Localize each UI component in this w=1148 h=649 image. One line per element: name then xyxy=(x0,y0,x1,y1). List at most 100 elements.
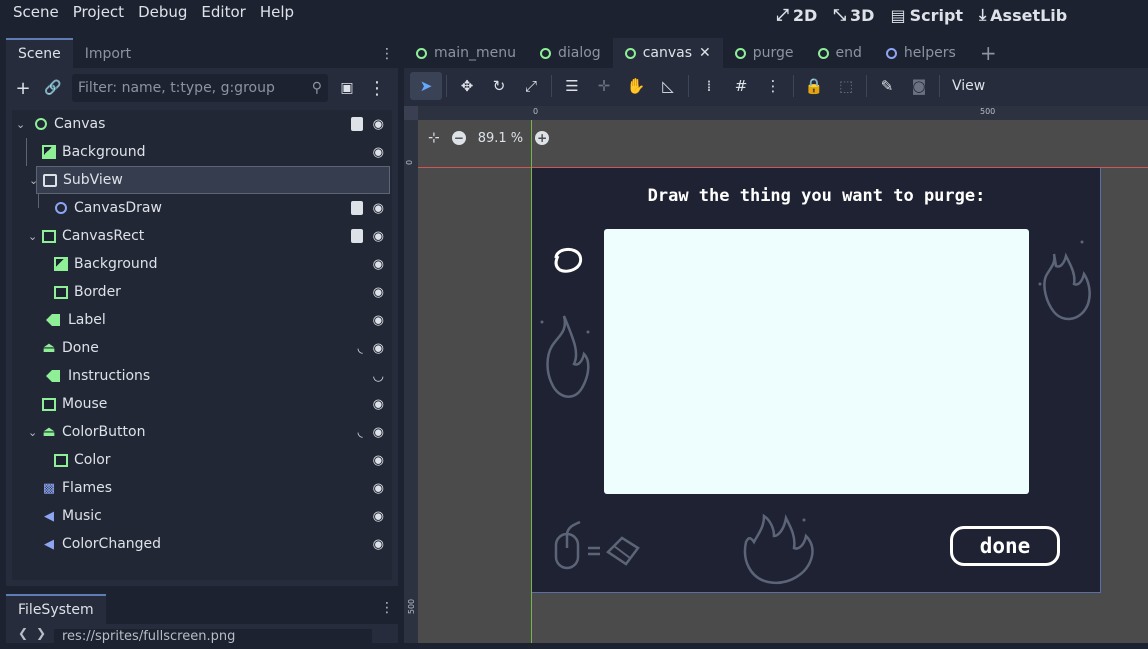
workspace-script-button[interactable]: ▤ Script xyxy=(890,5,963,25)
tree-item-instructions[interactable]: Instructions ◡ xyxy=(12,362,390,390)
tree-item-colorbutton[interactable]: ⌄ ⏏ ColorButton ◟ ◉ xyxy=(12,418,390,446)
canvas-viewport[interactable]: 0 500 0 500 ⊹ − 89.1 % + Draw the thing … xyxy=(404,106,1148,643)
pivot-tool-icon[interactable]: ✛ xyxy=(588,72,620,100)
workspace-2d-button[interactable]: ⤢ 2D xyxy=(776,5,817,25)
path-input[interactable]: res://sprites/fullscreen.png xyxy=(54,629,372,649)
scale-tool-icon[interactable]: ⤢ xyxy=(515,72,547,100)
scene-tab-helpers[interactable]: helpers xyxy=(874,38,968,68)
chevron-down-icon[interactable]: ⌄ xyxy=(16,118,25,131)
tree-item-mouse[interactable]: Mouse ◉ xyxy=(12,390,390,418)
menu-project[interactable]: Project xyxy=(66,3,131,21)
chevron-down-icon[interactable]: ⌄ xyxy=(28,230,37,243)
main-editor: main_menu dialog canvas ✕ purge end helpe… xyxy=(404,38,1148,643)
scene-tab-main-menu[interactable]: main_menu xyxy=(404,38,528,68)
zoom-out-icon[interactable]: − xyxy=(451,131,466,145)
eye-icon[interactable]: ◉ xyxy=(373,509,384,524)
group-icon[interactable]: ⬚ xyxy=(830,72,862,100)
more-options-icon[interactable]: ⋮ xyxy=(366,77,388,99)
close-icon[interactable]: ✕ xyxy=(699,45,711,61)
workspace-3d-button[interactable]: ⤡ 3D xyxy=(833,5,874,25)
tree-item-border[interactable]: Border ◉ xyxy=(12,278,390,306)
tree-item-colorchanged[interactable]: ◀ ColorChanged ◉ xyxy=(12,530,390,558)
tree-item-flames[interactable]: ▩ Flames ◉ xyxy=(12,474,390,502)
signal-icon[interactable]: ◟ xyxy=(358,425,363,440)
dock-menu-icon[interactable]: ⋮ xyxy=(380,600,394,616)
tree-item-music[interactable]: ◀ Music ◉ xyxy=(12,502,390,530)
eye-icon[interactable]: ◉ xyxy=(373,397,384,412)
ruler-tool-icon[interactable]: ◺ xyxy=(652,72,684,100)
node-icon xyxy=(416,47,427,59)
lock-icon[interactable]: 🔒 xyxy=(798,72,830,100)
tab-import[interactable]: Import xyxy=(73,40,143,68)
script-icon[interactable] xyxy=(350,201,363,215)
tab-scene[interactable]: Scene xyxy=(6,38,73,68)
link-icon[interactable]: 🔗 xyxy=(42,77,64,99)
eye-icon[interactable]: ◉ xyxy=(373,481,384,496)
menu-scene[interactable]: Scene xyxy=(6,3,66,21)
eye-closed-icon[interactable]: ◡ xyxy=(373,369,384,384)
rotate-tool-icon[interactable]: ↻ xyxy=(483,72,515,100)
ruler-tick-label: 500 xyxy=(980,107,996,116)
tree-item-background-2[interactable]: Background ◉ xyxy=(12,250,390,278)
eye-icon[interactable]: ◉ xyxy=(373,229,384,244)
zoom-level[interactable]: 89.1 % xyxy=(478,131,523,146)
tree-item-label-node[interactable]: Label ◉ xyxy=(12,306,390,334)
filter-input[interactable]: Filter: name, t:type, g:group ⚲ xyxy=(72,74,328,102)
add-tab-icon[interactable]: + xyxy=(968,38,1009,68)
eye-icon[interactable]: ◉ xyxy=(373,537,384,552)
menu-debug[interactable]: Debug xyxy=(131,3,194,21)
view-menu-button[interactable]: View xyxy=(944,78,993,94)
tree-item-canvas[interactable]: ⌄ Canvas ◉ xyxy=(12,110,390,138)
script-icon[interactable] xyxy=(350,229,363,243)
center-view-icon[interactable]: ⊹ xyxy=(428,130,440,146)
ruler-tick-label: 0 xyxy=(405,159,415,166)
zoom-in-icon[interactable]: + xyxy=(535,131,550,145)
tree-item-canvasrect[interactable]: ⌄ CanvasRect ◉ xyxy=(12,222,390,250)
smart-snap-icon[interactable]: ⁞ xyxy=(693,72,725,100)
eye-icon[interactable]: ◉ xyxy=(373,341,384,356)
scene-tab-purge[interactable]: purge xyxy=(723,38,806,68)
drawing-area[interactable] xyxy=(604,229,1029,494)
script-icon[interactable] xyxy=(350,117,363,131)
dock-menu-icon[interactable]: ⋮ xyxy=(380,46,394,62)
scene-tab-canvas[interactable]: canvas ✕ xyxy=(612,38,723,68)
eye-icon[interactable]: ◉ xyxy=(373,285,384,300)
eye-icon[interactable]: ◉ xyxy=(373,313,384,328)
eye-icon[interactable]: ◉ xyxy=(373,145,384,160)
nav-forward-icon[interactable]: ❯ xyxy=(36,626,46,640)
grid-snap-icon[interactable]: # xyxy=(725,72,757,100)
tree-item-subview[interactable]: ⌄ SubView xyxy=(29,166,390,194)
add-node-icon[interactable]: + xyxy=(12,77,34,99)
attach-script-icon[interactable]: ▣ xyxy=(336,77,358,99)
move-tool-icon[interactable]: ✥ xyxy=(451,72,483,100)
tree-item-label: Background xyxy=(62,144,146,160)
bone-icon[interactable]: ✎ xyxy=(871,72,903,100)
select-tool-icon[interactable]: ➤ xyxy=(410,72,442,100)
tree-item-label: Mouse xyxy=(62,396,108,412)
pan-tool-icon[interactable]: ✋ xyxy=(620,72,652,100)
eye-icon[interactable]: ◉ xyxy=(373,257,384,272)
tree-item-color[interactable]: Color ◉ xyxy=(12,446,390,474)
eye-icon[interactable]: ◉ xyxy=(373,453,384,468)
eye-icon[interactable]: ◉ xyxy=(373,425,384,440)
scene-tab-end[interactable]: end xyxy=(806,38,874,68)
chevron-down-icon[interactable]: ⌄ xyxy=(29,174,38,187)
nav-back-icon[interactable]: ❮ xyxy=(18,626,28,640)
signal-icon[interactable]: ◟ xyxy=(358,341,363,356)
done-button[interactable]: done xyxy=(950,526,1060,566)
menu-editor[interactable]: Editor xyxy=(194,3,252,21)
tree-item-canvasdraw[interactable]: CanvasDraw ◉ xyxy=(12,194,390,222)
eye-icon[interactable]: ◉ xyxy=(373,117,384,132)
camera-icon[interactable]: ◙ xyxy=(903,72,935,100)
tab-filesystem[interactable]: FileSystem xyxy=(6,594,106,624)
list-select-icon[interactable]: ☰ xyxy=(556,72,588,100)
scene-tab-dialog[interactable]: dialog xyxy=(528,38,613,68)
menu-help[interactable]: Help xyxy=(253,3,301,21)
chevron-down-icon[interactable]: ⌄ xyxy=(28,426,37,439)
tree-item-background[interactable]: Background ◉ xyxy=(12,138,390,166)
workspace-assetlib-button[interactable]: ⤓ AssetLib xyxy=(979,5,1067,25)
eye-icon[interactable]: ◉ xyxy=(373,201,384,216)
texture-rect-icon xyxy=(42,397,56,411)
tree-item-done[interactable]: ⏏ Done ◟ ◉ xyxy=(12,334,390,362)
more-options-icon[interactable]: ⋮ xyxy=(757,72,789,100)
